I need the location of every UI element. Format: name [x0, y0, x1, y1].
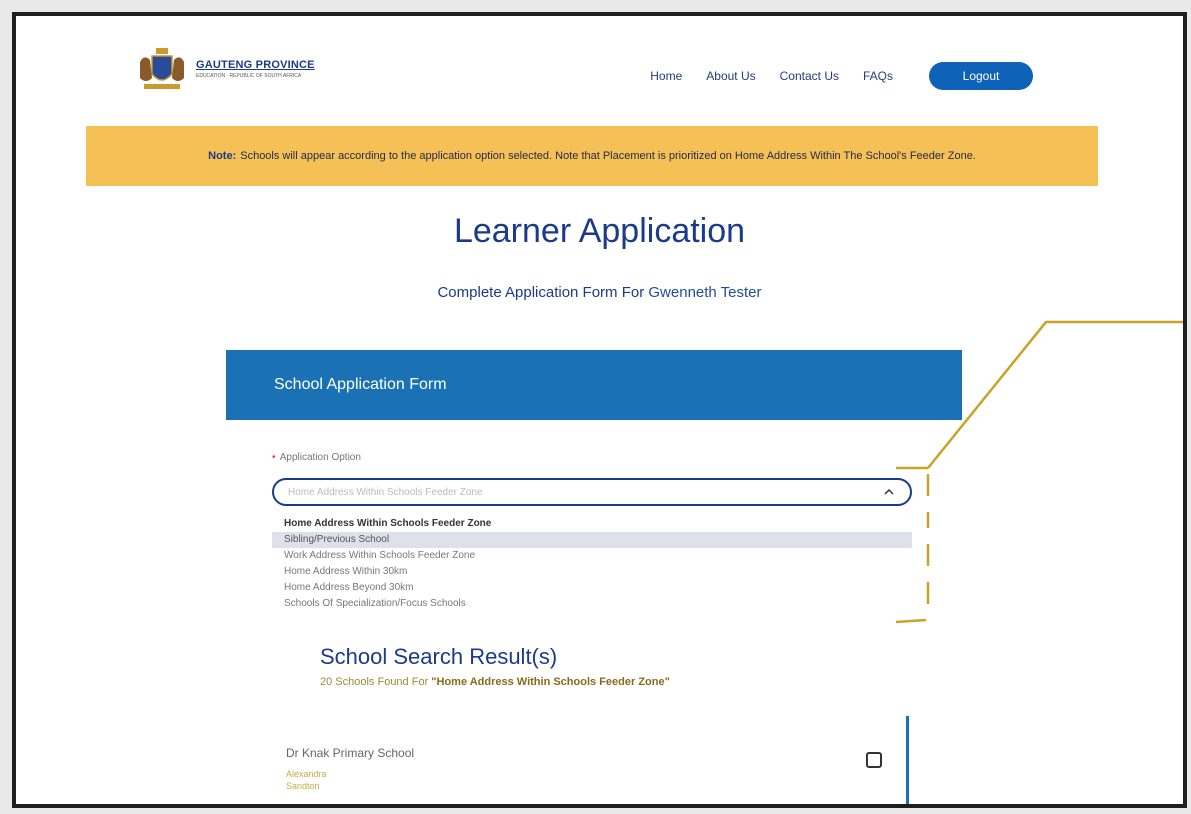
logo-title: GAUTENG PROVINCE: [196, 59, 315, 71]
school-area-line-2: Sandton: [286, 781, 320, 791]
logout-button[interactable]: Logout: [929, 62, 1033, 90]
results-count: 20 Schools Found For: [320, 676, 429, 688]
form-section-title: School Application Form: [274, 376, 447, 393]
application-option-select[interactable]: Home Address Within Schools Feeder Zone: [272, 478, 912, 506]
option-home-within-30km[interactable]: Home Address Within 30km: [272, 564, 912, 580]
option-home-beyond-30km[interactable]: Home Address Beyond 30km: [272, 580, 912, 596]
option-sibling-previous-school[interactable]: Sibling/Previous School: [272, 532, 912, 548]
form-section-header: School Application Form: [226, 350, 962, 420]
school-area-line-1: Alexandra: [286, 769, 327, 779]
nav-about-us[interactable]: About Us: [706, 69, 755, 83]
learner-name: Gwenneth Tester: [648, 284, 762, 301]
results-scroll-indicator: [906, 716, 909, 804]
results-title: School Search Result(s): [320, 644, 558, 669]
results-summary: 20 Schools Found For "Home Address Withi…: [320, 676, 670, 688]
application-option-label: • Application Option: [272, 452, 361, 463]
option-work-feeder-zone[interactable]: Work Address Within Schools Feeder Zone: [272, 548, 912, 564]
site-logo[interactable]: GAUTENG PROVINCE EDUCATION · REPUBLIC OF…: [134, 44, 315, 94]
school-name: Dr Knak Primary School: [286, 746, 415, 760]
nav-contact-us[interactable]: Contact Us: [780, 69, 839, 83]
select-placeholder: Home Address Within Schools Feeder Zone: [288, 486, 483, 498]
notice-text: Schools will appear according to the app…: [240, 150, 976, 162]
page-title: Learner Application: [453, 212, 746, 250]
required-marker: •: [272, 452, 276, 463]
logo-subtitle: EDUCATION · REPUBLIC OF SOUTH AFRICA: [196, 73, 302, 79]
option-specialization-schools[interactable]: Schools Of Specialization/Focus Schools: [272, 596, 912, 612]
notice-prefix: Note:: [208, 150, 237, 162]
site-header: GAUTENG PROVINCE EDUCATION · REPUBLIC OF…: [16, 16, 1183, 128]
browser-frame: GAUTENG PROVINCE EDUCATION · REPUBLIC OF…: [12, 12, 1187, 808]
nav-home[interactable]: Home: [650, 69, 682, 83]
school-area: Alexandra Sandton: [286, 768, 327, 792]
coat-of-arms-icon: [140, 48, 184, 89]
subtitle-prefix: Complete Application Form For: [437, 284, 645, 301]
results-query: "Home Address Within Schools Feeder Zone…: [431, 676, 670, 688]
notice-banner: Note: Schools will appear according to t…: [86, 126, 1098, 186]
application-option-list: Home Address Within Schools Feeder Zone …: [272, 516, 912, 612]
page-subtitle: Complete Application Form For Gwenneth T…: [16, 284, 1183, 301]
application-option-label-text: Application Option: [279, 452, 361, 463]
nav-faqs[interactable]: FAQs: [863, 69, 893, 83]
chevron-up-icon[interactable]: [882, 485, 896, 499]
main-nav: Home About Us Contact Us FAQs Logout: [650, 62, 1033, 90]
option-home-feeder-zone[interactable]: Home Address Within Schools Feeder Zone: [272, 516, 912, 532]
school-select-checkbox[interactable]: [866, 752, 882, 768]
